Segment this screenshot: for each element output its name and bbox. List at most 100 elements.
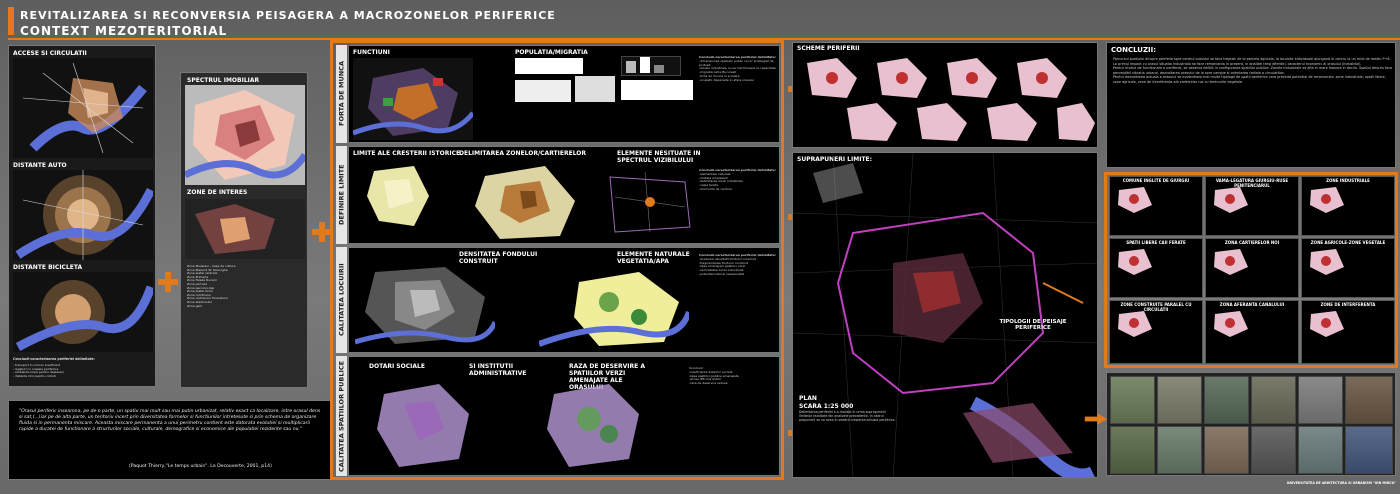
dotari-title: DOTARI SOCIALE	[369, 363, 425, 370]
accese-map	[13, 58, 153, 158]
zone-card-map	[1214, 249, 1248, 275]
functiuni-title: FUNCTIUNI	[353, 49, 390, 56]
definire-panel: LIMITE ALE CRESTERII ISTORICE DELIMITARE…	[348, 146, 780, 244]
label-calitatea-locuirii: CALITATEA LOCUIRII	[336, 247, 347, 353]
plan-label: PLAN	[799, 395, 817, 402]
left-notes: - transport in comun insuficient - legat…	[13, 363, 64, 378]
zone-card-title: ZONA CARTIERELOR NOI	[1224, 240, 1280, 245]
aerial-photo	[1298, 426, 1343, 474]
functiuni-map	[353, 58, 473, 140]
aerial-photo	[1157, 376, 1202, 424]
populatia-title: POPULATIA/MIGRATIA	[515, 49, 588, 56]
structure-chart	[575, 76, 615, 102]
zone-card-title: ZONA AFERANTA CANALULUI	[1219, 302, 1285, 307]
zone-title: ZONE DE INTERES	[187, 189, 248, 196]
institutii-title: SI INSTITUTII ADMINISTRATIVE	[469, 363, 527, 377]
elemente-map	[609, 171, 691, 233]
zone-card-map	[1310, 311, 1344, 337]
zone-map	[185, 199, 305, 259]
delimitarea-title: DELIMITAREA ZONELOR/CARTIERELOR	[459, 150, 587, 157]
naturale-map	[539, 272, 689, 347]
spectrum-title: SPECTRUL IMOBILIAR	[187, 77, 260, 84]
zone-card-title: SPATII LIBERE CAII FERATE	[1126, 240, 1186, 245]
aerial-photo	[1110, 376, 1155, 424]
arrow-right-icon	[1084, 413, 1108, 425]
accese-title: ACCESE SI CIRCULATII	[13, 50, 87, 57]
zone-card-title: ZONE INDUSTRIALE	[1326, 178, 1370, 183]
zone-card: SPATII LIBERE CAII FERATE	[1109, 238, 1203, 298]
auto-map	[13, 170, 153, 260]
left-maps-panel: ACCESE SI CIRCULATII DISTANTE AUTO DISTA…	[8, 45, 156, 387]
forta-panel: FUNCTIUNI POPULATIA/MIGRATIA Concluzii-c…	[348, 45, 780, 143]
bicicleta-map	[13, 272, 153, 352]
zone-card-map	[1214, 311, 1248, 337]
aerial-photo	[1204, 426, 1249, 474]
aerial-photo	[1251, 426, 1296, 474]
population-table	[515, 58, 583, 74]
zone-card: ZONE CONSTRUITE PARALEL CU CIRCULATII	[1109, 300, 1203, 364]
aerial-photo	[1298, 376, 1343, 424]
auto-title: DISTANTE AUTO	[13, 162, 67, 169]
zone-card: ZONE AGRICOLE-ZONE VEGETALE	[1301, 238, 1395, 298]
aerial-photo	[1204, 376, 1249, 424]
zone-card-map	[1310, 187, 1344, 213]
poster-title: REVITALIZAREA SI RECONVERSIA PEISAGERA A…	[20, 9, 556, 22]
delimitarea-map	[475, 166, 575, 239]
limite-title: LIMITE ALE CRESTERII ISTORICE	[353, 150, 461, 157]
densitatea-map	[355, 267, 495, 345]
plus-icon	[158, 272, 178, 292]
left-caption: Concluzii-caracterizarea periferiei deli…	[13, 357, 95, 361]
locuire-panel: DENSITATEA FONDULUI CONSTRUIT ELEMENTE N…	[348, 247, 780, 353]
zone-card-map	[1310, 249, 1344, 275]
zone-card: ZONA CARTIERELOR NOI	[1205, 238, 1299, 298]
zone-card: ZONE INDUSTRIALE	[1301, 176, 1395, 236]
header: REVITALIZAREA SI RECONVERSIA PEISAGERA A…	[0, 0, 1400, 40]
concluzii-panel: CONCLUZII: Parcursul spatiului dinspre p…	[1106, 42, 1396, 168]
zone-card: COMUNE INGLITE DE GIURGIU	[1109, 176, 1203, 236]
limite-map	[367, 166, 429, 226]
aerial-photo	[1251, 376, 1296, 424]
zone-card-title: ZONE DE INTERFERENTA	[1320, 302, 1376, 307]
scheme-panel: SCHEME PERIFERII	[792, 42, 1098, 148]
suprapuneri-panel: SUPRAPUNERI LIMITE: TIPOLOGII DE PEISAJE…	[792, 152, 1098, 478]
quote-panel: "Orasul periferic inseamna, pe de o part…	[8, 400, 332, 480]
aerial-photo	[1110, 426, 1155, 474]
forta-concluzii: Concluzii-caracterizarea periferiei deli…	[699, 55, 776, 82]
locuire-concluzii-title: Concluzii-caracterizarea periferiei deli…	[699, 253, 776, 257]
zone-card-map	[1214, 187, 1248, 213]
plan-map	[793, 153, 1097, 477]
poster: REVITALIZAREA SI RECONVERSIA PEISAGERA A…	[0, 0, 1400, 494]
zone-card-map	[1118, 249, 1152, 275]
population-chart	[515, 80, 571, 102]
scara-label: SCARA 1:25 000	[799, 403, 854, 410]
zone-card: ZONE DE INTERFERENTA	[1301, 300, 1395, 364]
scheme-title: SCHEME PERIFERII	[797, 45, 860, 52]
label-definire: DEFINIRE LIMITE	[336, 146, 347, 244]
label-calitatea-spatiilor: CALITATEA SPATIILOR PUBLICE	[336, 356, 347, 476]
zone-card-map	[1118, 311, 1152, 337]
spatii-panel: DOTARI SOCIALE SI INSTITUTII ADMINISTRAT…	[348, 356, 780, 476]
header-accent-bar	[8, 7, 14, 35]
quote-source: (Paquot Thierry,"Le temps urbain". La De…	[129, 464, 272, 469]
bicicleta-title: DISTANTE BICICLETA	[13, 264, 83, 271]
zone-card-map	[1118, 187, 1152, 213]
tipologii-title: TIPOLOGII DE PEISAJE PERIFERICE	[999, 319, 1067, 331]
spatii-concluzii: Concluzii: -insuficienta dotarilor socia…	[689, 366, 739, 386]
definire-concluzii: Concluzii-caracterizarea periferiei deli…	[699, 168, 776, 191]
locuire-concluzii: Concluzii-caracterizarea periferiei deli…	[699, 253, 776, 276]
zone-card-title: COMUNE INGLITE DE GIURGIU	[1122, 178, 1190, 183]
elemente-title: ELEMENTE NESITUATE IN SPECTRUL VIZIBILUL…	[617, 150, 701, 164]
forta-concluzii-title: Concluzii-caracterizarea periferiei deli…	[699, 55, 776, 59]
aerial-photo	[1157, 426, 1202, 474]
zone-card: VAMA-LEGATURA GIURGIU-RUSE PENITENCIARUL	[1205, 176, 1299, 236]
zone-card: ZONA AFERANTA CANALULUI	[1205, 300, 1299, 364]
scheme-diagrams	[807, 58, 1095, 141]
raza-map	[547, 384, 639, 467]
migration-table	[621, 80, 693, 100]
spectrum-map	[185, 85, 305, 185]
concluzii-text: Parcursul spatiului dinspre periferie sp…	[1113, 57, 1393, 84]
plan-notes: Delimitarea periferiei s-a realizat in u…	[799, 410, 896, 422]
plus-icon	[312, 222, 332, 242]
aerial-photo	[1345, 376, 1393, 424]
definire-concluzii-title: Concluzii-caracterizarea periferiei deli…	[699, 168, 776, 172]
